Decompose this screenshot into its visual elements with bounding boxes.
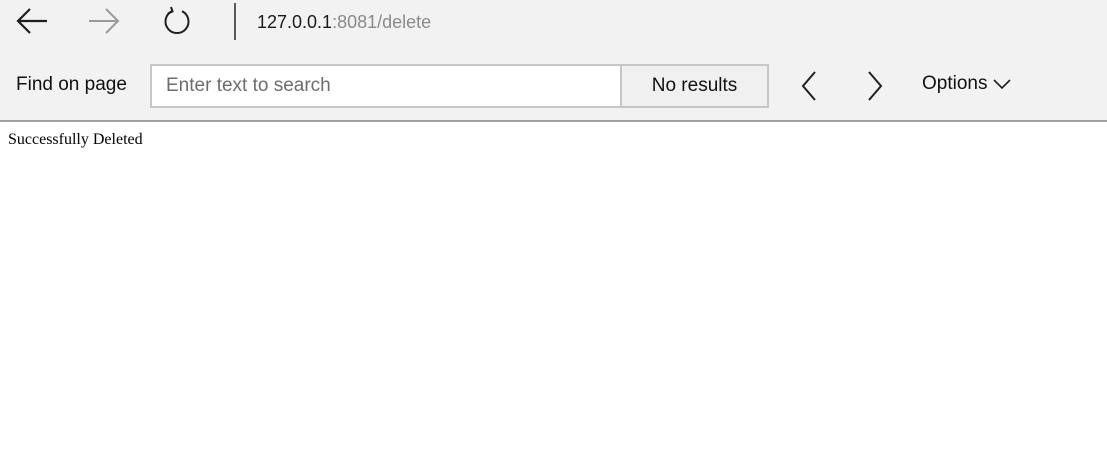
find-label: Find on page xyxy=(16,74,127,95)
back-button[interactable] xyxy=(12,2,52,40)
chevron-left-icon xyxy=(801,71,816,101)
chevron-right-icon xyxy=(868,71,883,101)
deletion-status-message: Successfully Deleted xyxy=(8,131,143,148)
find-previous-button[interactable] xyxy=(789,66,829,106)
options-label: Options xyxy=(922,73,988,94)
forward-button[interactable] xyxy=(84,2,124,40)
find-search-input[interactable] xyxy=(150,64,620,108)
find-bar: Find on page No results Options xyxy=(0,44,1107,122)
refresh-icon xyxy=(164,6,190,35)
url-path: :8081/delete xyxy=(332,12,432,32)
url-field[interactable]: 127.0.0.1:8081/delete xyxy=(257,11,431,33)
find-next-button[interactable] xyxy=(855,66,895,106)
refresh-button[interactable] xyxy=(157,2,197,40)
find-results-status: No results xyxy=(620,64,769,108)
arrow-left-icon xyxy=(16,8,47,34)
arrow-right-icon xyxy=(89,8,120,34)
chevron-down-icon xyxy=(993,79,1012,89)
page-content: Successfully Deleted xyxy=(0,122,1107,474)
browser-window: 127.0.0.1:8081/delete Find on page No re… xyxy=(0,0,1107,474)
url-host: 127.0.0.1 xyxy=(257,12,333,32)
address-divider xyxy=(234,3,236,40)
address-bar: 127.0.0.1:8081/delete xyxy=(0,0,1107,44)
options-button[interactable]: Options xyxy=(922,72,1012,96)
